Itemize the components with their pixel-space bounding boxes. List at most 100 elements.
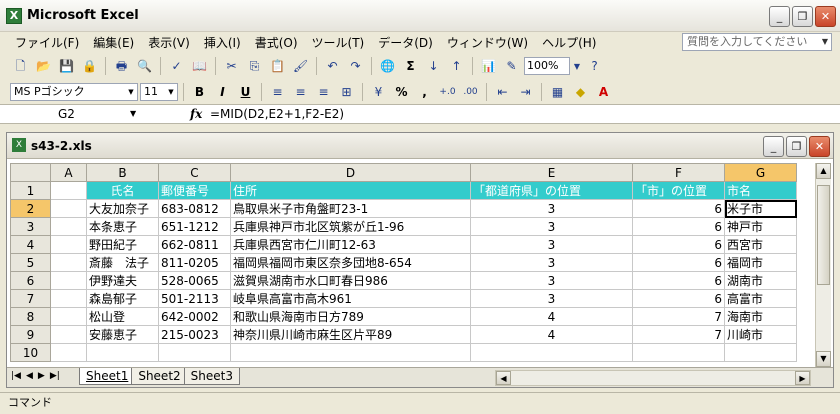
last-sheet-icon[interactable]: ▶| [50,371,60,381]
cell[interactable] [50,289,87,308]
menu-data[interactable]: データ(D) [371,34,440,51]
next-sheet-icon[interactable]: ▶ [38,371,45,381]
cell[interactable] [50,325,87,344]
cell-address[interactable]: 岐阜県高富市高木961 [230,289,471,308]
new-document-icon[interactable]: 🗋 [10,56,31,77]
row-header[interactable]: 8 [10,307,51,326]
name-box-dropdown-icon[interactable]: ▼ [130,109,136,118]
cell[interactable] [86,343,159,362]
merge-center-icon[interactable]: ⊞ [336,82,357,103]
cell-name[interactable]: 斎藤 法子 [86,253,159,272]
workbook-minimize-button[interactable]: _ [763,136,784,157]
cell-name[interactable]: 伊野達夫 [86,271,159,290]
cell-postal[interactable]: 501-2113 [158,289,231,308]
scroll-up-icon[interactable]: ▲ [816,163,831,179]
minimize-button[interactable]: _ [769,6,790,27]
formula-input[interactable]: =MID(D2,E2+1,F2-E2) [210,107,344,121]
font-name-select[interactable]: MS Pゴシック ▼ [10,83,138,101]
cell-address[interactable]: 兵庫県神戸市北区筑紫が丘1-96 [230,217,471,236]
cell-pref-pos[interactable]: 3 [470,253,633,272]
insert-function-icon[interactable]: fx [190,107,202,121]
menu-insert[interactable]: 挿入(I) [197,34,248,51]
increase-indent-icon[interactable]: ⇥ [515,82,536,103]
cell-name[interactable]: 野田紀子 [86,235,159,254]
sheet-tab-2[interactable]: Sheet2 [131,368,188,385]
column-header-f[interactable]: F [632,163,725,182]
cell[interactable] [50,343,87,362]
cell-city-pos[interactable]: 6 [632,253,725,272]
cell-city-name[interactable]: 福岡市 [724,253,797,272]
currency-icon[interactable]: ¥ [368,82,389,103]
print-icon[interactable]: 🖶 [111,56,132,77]
sort-ascending-icon[interactable]: ↓ [423,56,444,77]
scroll-left-icon[interactable]: ◀ [496,371,511,385]
row-header[interactable]: 4 [10,235,51,254]
cell[interactable] [50,181,87,200]
cell-city-name[interactable]: 海南市 [724,307,797,326]
cell-address[interactable]: 滋賀県湖南市水口町春日986 [230,271,471,290]
column-header-a[interactable]: A [50,163,87,182]
name-box[interactable]: G2 [10,106,146,123]
cell-name[interactable]: 大友加奈子 [86,199,159,218]
borders-icon[interactable]: ▦ [547,82,568,103]
workbook-close-button[interactable]: ✕ [809,136,830,157]
percent-button[interactable]: % [391,82,412,103]
first-sheet-icon[interactable]: |◀ [11,371,21,381]
font-size-dropdown-icon[interactable]: ▼ [166,85,176,99]
vertical-scroll-thumb[interactable] [817,185,830,285]
header-cell-name[interactable]: 氏名 [86,181,159,200]
cell-address[interactable]: 鳥取県米子市角盤町23-1 [230,199,471,218]
sheet-tab-3[interactable]: Sheet3 [183,368,240,385]
column-header-g[interactable]: G [724,163,797,182]
cell-pref-pos[interactable]: 4 [470,325,633,344]
comma-button[interactable]: , [414,82,435,103]
cell-name[interactable]: 森島郁子 [86,289,159,308]
cell-pref-pos[interactable]: 3 [470,199,633,218]
cell-address[interactable]: 和歌山県海南市日方789 [230,307,471,326]
help-dropdown-icon[interactable]: ▼ [819,34,831,50]
row-header[interactable]: 1 [10,181,51,200]
column-header-e[interactable]: E [470,163,633,182]
font-size-select[interactable]: 11 ▼ [140,83,178,101]
cell-pref-pos[interactable]: 3 [470,289,633,308]
permission-icon[interactable]: 🔒 [79,56,100,77]
cell[interactable] [50,217,87,236]
menu-window[interactable]: ウィンドウ(W) [440,34,535,51]
cell[interactable] [158,343,231,362]
research-icon[interactable]: 📖 [189,56,210,77]
header-cell-address[interactable]: 住所 [230,181,471,200]
menu-help[interactable]: ヘルプ(H) [535,34,603,51]
cell[interactable] [470,343,633,362]
cell-city-name[interactable]: 西宮市 [724,235,797,254]
active-cell[interactable]: 米子市 [724,199,797,218]
horizontal-scrollbar[interactable]: ◀ ▶ [495,370,811,386]
cell-city-pos[interactable]: 7 [632,307,725,326]
cell-postal[interactable]: 642-0002 [158,307,231,326]
cell-name[interactable]: 松山登 [86,307,159,326]
scroll-right-icon[interactable]: ▶ [795,371,810,385]
cell[interactable] [50,307,87,326]
cell[interactable] [50,253,87,272]
cell-pref-pos[interactable]: 4 [470,307,633,326]
underline-button[interactable]: U [235,82,256,103]
redo-icon[interactable]: ↷ [345,56,366,77]
row-header[interactable]: 5 [10,253,51,272]
row-header[interactable]: 2 [10,199,51,218]
column-header-b[interactable]: B [86,163,159,182]
italic-button[interactable]: I [212,82,233,103]
cell-city-pos[interactable]: 6 [632,199,725,218]
cell[interactable] [50,199,87,218]
cell-city-name[interactable]: 高富市 [724,289,797,308]
sort-descending-icon[interactable]: ↑ [446,56,467,77]
zoom-dropdown-icon[interactable]: ▼ [572,56,582,77]
row-header[interactable]: 7 [10,289,51,308]
cell-city-name[interactable]: 湖南市 [724,271,797,290]
autosum-icon[interactable]: Σ [400,56,421,77]
cell-address[interactable]: 兵庫県西宮市仁川町12-63 [230,235,471,254]
cell-city-pos[interactable]: 6 [632,217,725,236]
align-right-icon[interactable]: ≡ [313,82,334,103]
menu-file[interactable]: ファイル(F) [8,34,86,51]
cell-city-name[interactable]: 川崎市 [724,325,797,344]
help-search-input[interactable]: 質問を入力してください ▼ [682,33,832,51]
header-cell-city-pos[interactable]: 「市」の位置 [632,181,725,200]
